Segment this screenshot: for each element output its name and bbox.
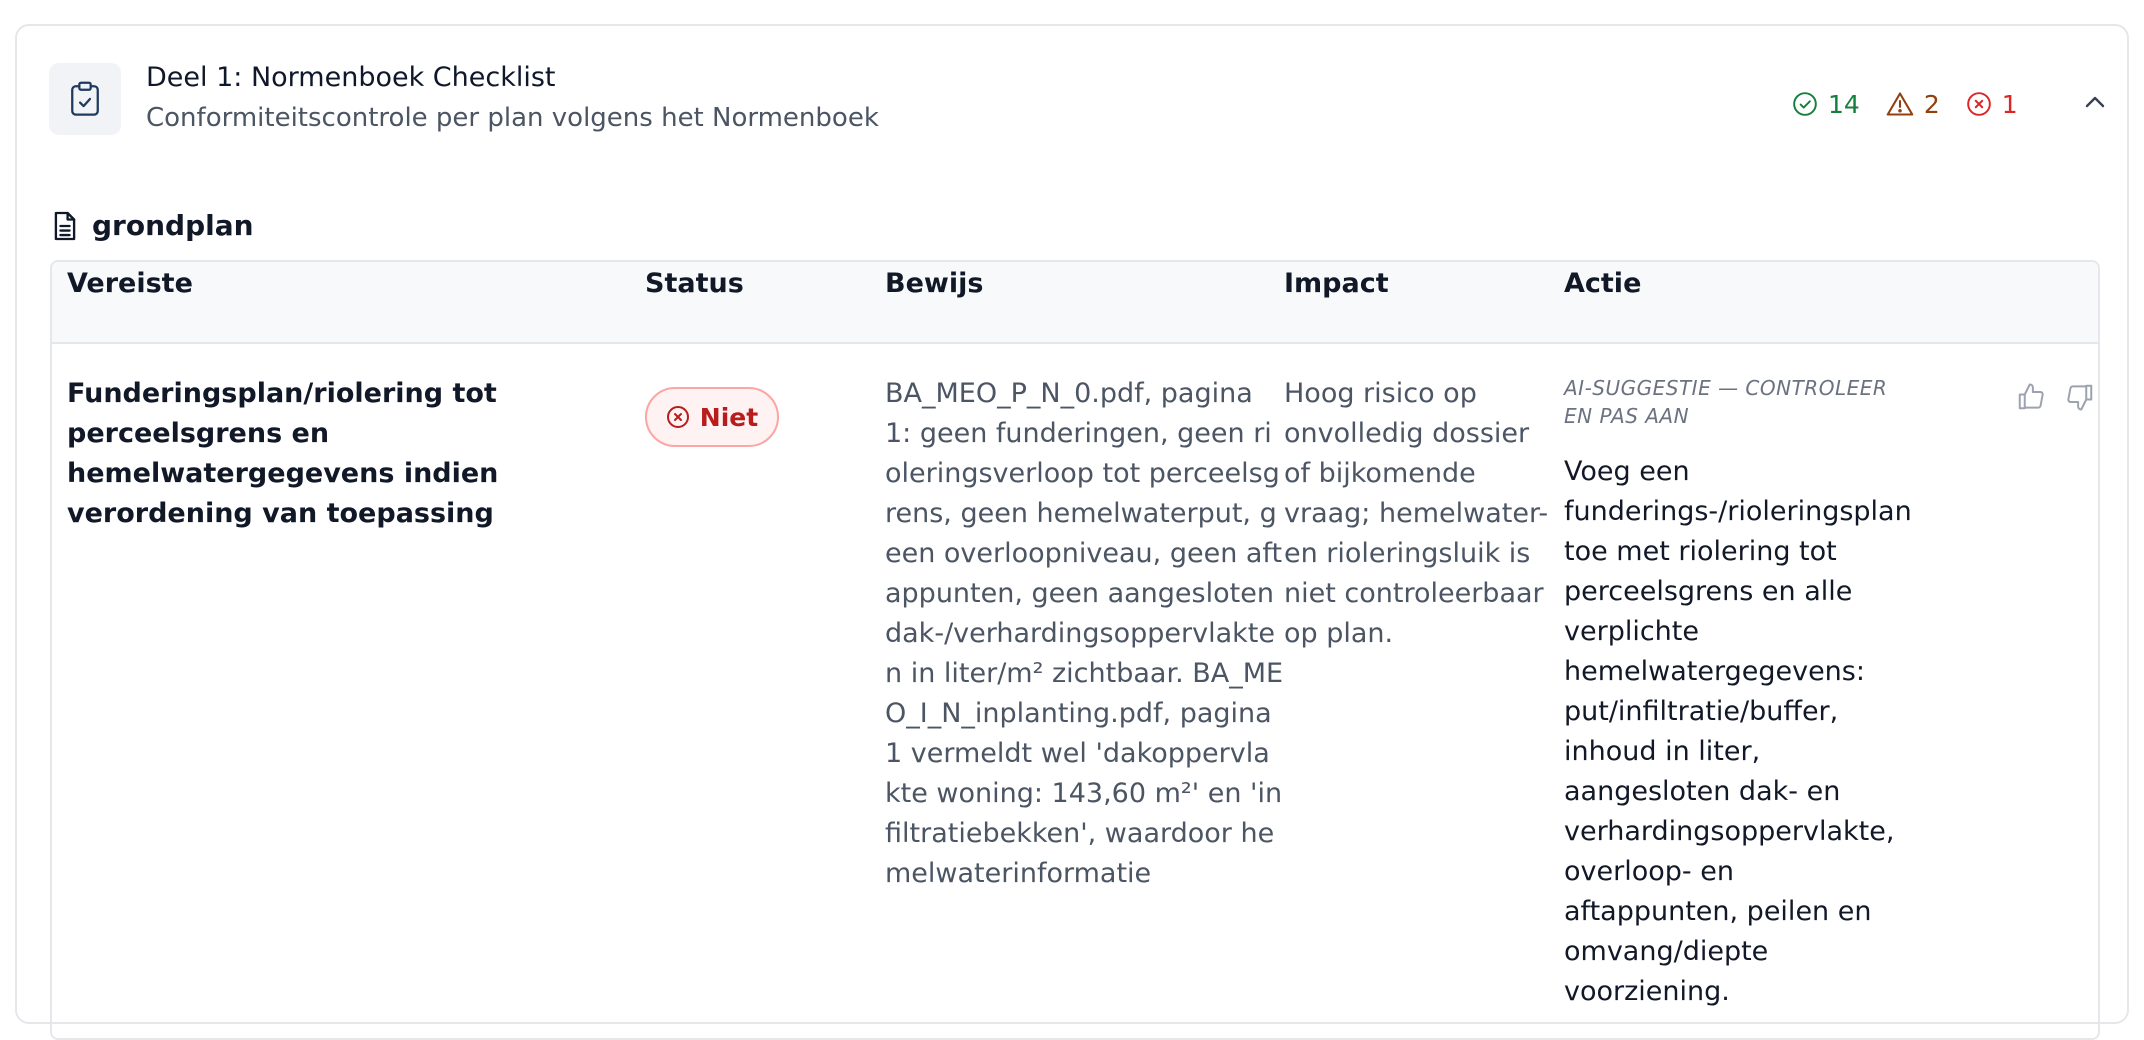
checklist-card: Deel 1: Normenboek Checklist Conformitei… (15, 24, 2129, 1040)
checklist-table: Vereiste Status Bewijs Impact Actie Fund… (50, 260, 2100, 1040)
warning-triangle-icon (1886, 92, 1914, 116)
action-text: Voeg een funderings-/rioleringsplan toe … (1564, 456, 1912, 1007)
document-icon (54, 211, 76, 240)
status-counts: 14 2 1 (1792, 84, 2018, 124)
evidence-text: BA_MEO_P_N_0.pdf, pagina 1: geen funderi… (885, 378, 1284, 889)
clipboard-check-icon (49, 63, 121, 135)
section-title: grondplan (92, 209, 254, 242)
x-circle-icon (666, 406, 689, 428)
fail-count: 1 (1966, 90, 2018, 119)
thumbs-down-icon[interactable] (2063, 380, 2097, 414)
page-title: Deel 1: Normenboek Checklist (146, 62, 556, 93)
page-subtitle: Conformiteitscontrole per plan volgens h… (146, 103, 879, 133)
impact-text: Hoog risico op onvolledig dossier of bij… (1284, 378, 1549, 649)
check-circle-icon (1793, 92, 1817, 116)
collapse-chevron-up-icon[interactable] (2081, 88, 2109, 116)
requirement-text: Funderingsplan/riolering tot perceelsgre… (67, 378, 499, 529)
warning-count: 2 (1886, 90, 1940, 119)
ai-suggestion-label: AI-suggestie — controleer en pas aan (1564, 376, 1888, 428)
thumbs-up-icon[interactable] (2014, 380, 2048, 414)
column-header-bewijs: Bewijs (885, 268, 984, 299)
warning-count-value: 2 (1923, 89, 1940, 119)
column-header-status: Status (645, 268, 744, 299)
status-badge: Niet (645, 387, 779, 447)
column-header-impact: Impact (1284, 268, 1389, 299)
checklist-header[interactable]: Deel 1: Normenboek Checklist Conformitei… (17, 26, 2127, 176)
section-heading: grondplan (52, 209, 254, 242)
table-header: Vereiste Status Bewijs Impact Actie (52, 262, 2098, 344)
pass-count: 14 (1792, 90, 1860, 119)
column-header-actie: Actie (1564, 268, 1642, 299)
status-label: Niet (699, 402, 759, 432)
fail-count-value: 1 (2001, 89, 2018, 119)
x-circle-icon (1966, 92, 1991, 116)
pass-count-value: 14 (1828, 89, 1860, 119)
column-header-vereiste: Vereiste (67, 268, 193, 299)
